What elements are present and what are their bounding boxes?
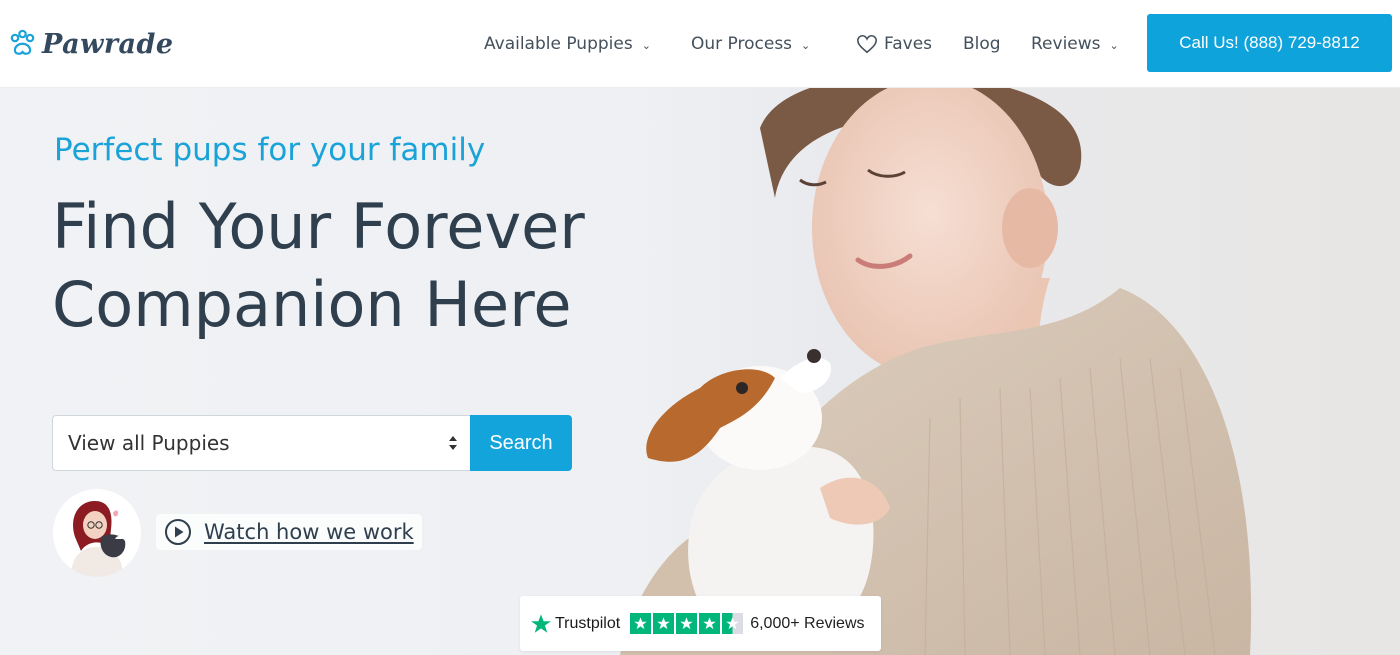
- trustpilot-name: Trustpilot: [555, 614, 621, 632]
- heart-icon: [857, 34, 877, 54]
- avatar: [53, 489, 141, 577]
- chevron-down-icon: ⌄: [641, 38, 651, 52]
- trustpilot-review-count: 6,000+ Reviews: [750, 614, 865, 632]
- chevron-down-icon: ⌄: [1109, 38, 1119, 52]
- rating-half-star-icon: [722, 613, 744, 634]
- search-button[interactable]: Search: [470, 415, 572, 471]
- nav-faves[interactable]: Faves: [856, 30, 932, 58]
- nav-blog[interactable]: Blog: [963, 30, 1001, 58]
- chevron-down-icon: ⌄: [801, 38, 811, 52]
- rating-star-icon: [653, 613, 675, 634]
- watch-how-we-work-label: Watch how we work: [204, 520, 414, 544]
- hero-headline: Find Your Forever Companion Here: [52, 188, 585, 344]
- nav-label: Blog: [963, 34, 1001, 54]
- nav-label: Faves: [884, 34, 933, 54]
- nav-reviews[interactable]: Reviews ⌄: [1031, 30, 1119, 58]
- nav-our-process[interactable]: Our Process ⌄: [691, 30, 810, 58]
- paw-logo-icon: [10, 29, 35, 55]
- trustpilot-widget[interactable]: Trustpilot 6,000+ Reviews: [520, 596, 881, 651]
- play-circle-icon: [165, 519, 191, 545]
- nav-label: Available Puppies: [484, 34, 633, 54]
- rating-star-icon: [630, 613, 652, 634]
- puppy-select-value: View all Puppies: [68, 431, 230, 455]
- select-arrows-icon: [449, 436, 457, 450]
- site-header: Pawrade Available Puppies ⌄ Our Process …: [0, 0, 1400, 88]
- headline-line-1: Find Your Forever: [52, 190, 585, 263]
- call-us-button[interactable]: Call Us! (888) 729-8812: [1147, 14, 1392, 72]
- rating-star-icon: [676, 613, 698, 634]
- trustpilot-star-icon: [531, 613, 551, 633]
- trustpilot-rating: [630, 613, 744, 634]
- logo-text: Pawrade: [42, 28, 174, 60]
- avatar-illustration-icon: [53, 489, 141, 577]
- nav-available-puppies[interactable]: Available Puppies ⌄: [484, 30, 651, 58]
- hero-tagline: Perfect pups for your family: [54, 132, 486, 168]
- headline-line-2: Companion Here: [52, 268, 572, 341]
- hero-photo-woman-with-puppy: [620, 88, 1252, 655]
- nav-label: Reviews: [1031, 34, 1101, 54]
- rating-star-icon: [699, 613, 721, 634]
- puppy-select[interactable]: View all Puppies: [52, 415, 470, 471]
- nav-label: Our Process: [691, 34, 793, 54]
- logo[interactable]: Pawrade: [8, 24, 174, 64]
- hero-section: Perfect pups for your family Find Your F…: [0, 88, 1400, 655]
- watch-how-we-work-link[interactable]: Watch how we work: [156, 514, 422, 550]
